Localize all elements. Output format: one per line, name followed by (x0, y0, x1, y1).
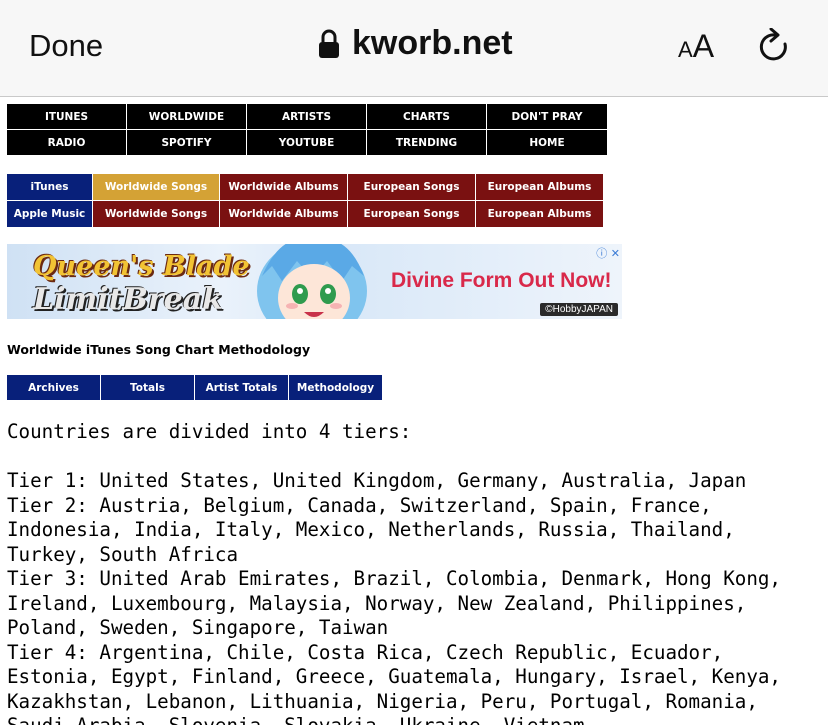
nav-trending[interactable]: TRENDING (367, 130, 486, 155)
link-apple-music[interactable]: Apple Music (7, 201, 92, 227)
tier-3-text: Tier 3: United Arab Emirates, Brazil, Co… (7, 567, 781, 639)
subnav-totals[interactable]: Totals (101, 375, 194, 400)
link-itunes[interactable]: iTunes (7, 174, 92, 200)
main-nav: ITUNES WORLDWIDE ARTISTS CHARTS DON'T PR… (7, 104, 607, 155)
nav-youtube[interactable]: YOUTUBE (247, 130, 366, 155)
done-button[interactable]: Done (29, 28, 103, 64)
chart-links-row-apple-music: Apple Music Worldwide Songs Worldwide Al… (7, 201, 604, 227)
subnav-archives[interactable]: Archives (7, 375, 100, 400)
subnav-artist-totals[interactable]: Artist Totals (195, 375, 288, 400)
address-bar[interactable]: kworb.net (318, 24, 513, 63)
nav-charts[interactable]: CHARTS (367, 104, 486, 129)
sub-nav: Archives Totals Artist Totals Methodolog… (7, 375, 383, 400)
reload-icon[interactable] (758, 27, 792, 66)
chart-links-table: iTunes Worldwide Songs Worldwide Albums … (7, 174, 604, 228)
nav-artists[interactable]: ARTISTS (247, 104, 366, 129)
domain-text: kworb.net (352, 24, 513, 62)
browser-toolbar: Done kworb.net AA (0, 0, 828, 97)
anime-character-illustration (257, 244, 367, 319)
link-apple-worldwide-songs[interactable]: Worldwide Songs (93, 201, 219, 227)
banner-ad[interactable]: Queen's Blade LimitBreak Divine Form Out… (7, 244, 622, 319)
nav-home[interactable]: HOME (487, 130, 607, 155)
link-itunes-worldwide-songs[interactable]: Worldwide Songs (93, 174, 219, 200)
ad-choices-icon[interactable]: ⓘ ✕ (596, 245, 620, 261)
tier-1-text: Tier 1: United States, United Kingdom, G… (7, 469, 747, 492)
link-itunes-worldwide-albums[interactable]: Worldwide Albums (220, 174, 347, 200)
ad-call-to-action: Divine Form Out Now! (391, 269, 612, 292)
nav-worldwide[interactable]: WORLDWIDE (127, 104, 246, 129)
tier-4-text: Tier 4: Argentina, Chile, Costa Rica, Cz… (7, 640, 781, 725)
ad-title-line1: Queen's Blade (33, 251, 250, 282)
link-apple-worldwide-albums[interactable]: Worldwide Albums (220, 201, 347, 227)
text-size-small-glyph: A (678, 37, 693, 62)
ad-title-line2: LimitBreak (33, 282, 223, 317)
tiers-intro: Countries are divided into 4 tiers: (7, 420, 412, 443)
chart-links-row-itunes: iTunes Worldwide Songs Worldwide Albums … (7, 174, 604, 200)
page-title: Worldwide iTunes Song Chart Methodology (7, 342, 311, 357)
link-apple-european-albums[interactable]: European Albums (476, 201, 603, 227)
lock-icon (318, 28, 340, 60)
link-itunes-european-albums[interactable]: European Albums (476, 174, 603, 200)
text-size-big-glyph: A (692, 28, 715, 64)
subnav-methodology[interactable]: Methodology (289, 375, 382, 400)
methodology-text: Countries are divided into 4 tiers: Tier… (7, 420, 822, 725)
nav-itunes[interactable]: ITUNES (7, 104, 126, 129)
link-apple-european-songs[interactable]: European Songs (348, 201, 475, 227)
nav-spotify[interactable]: SPOTIFY (127, 130, 246, 155)
nav-radio[interactable]: RADIO (7, 130, 126, 155)
nav-dont-pray[interactable]: DON'T PRAY (487, 104, 607, 129)
ad-copyright: ©HobbyJAPAN (540, 303, 618, 316)
link-itunes-european-songs[interactable]: European Songs (348, 174, 475, 200)
tier-2-text: Tier 2: Austria, Belgium, Canada, Switze… (7, 493, 735, 566)
text-size-button[interactable]: AA (678, 28, 714, 65)
